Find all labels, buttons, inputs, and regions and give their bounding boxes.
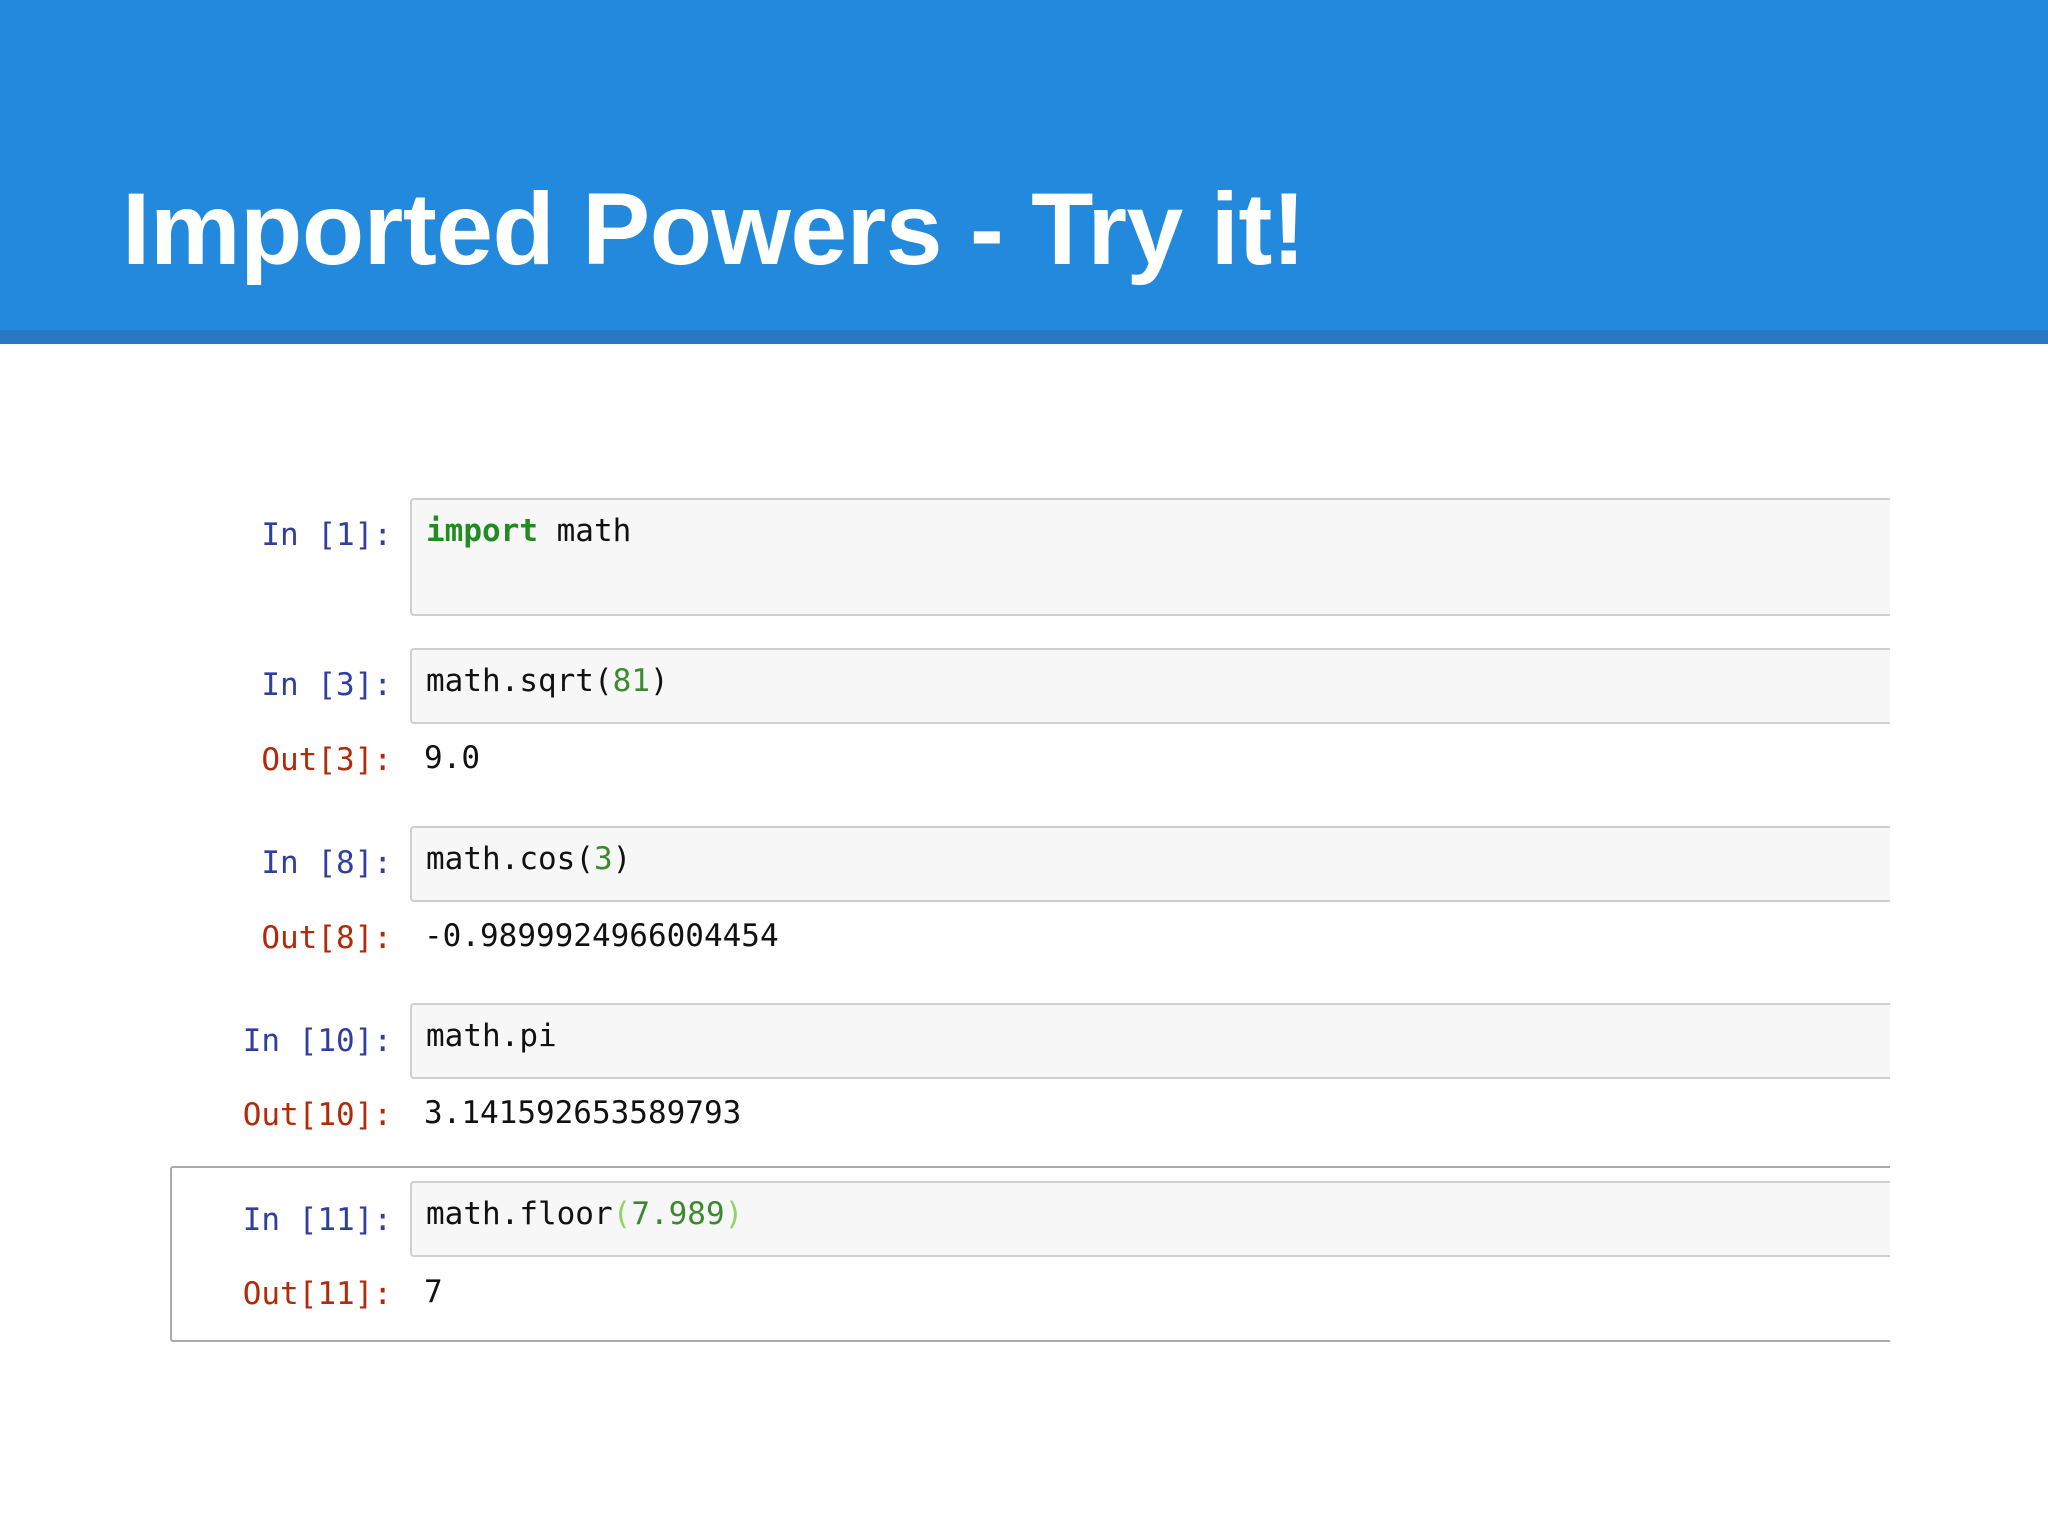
code-text: math.floor(7.989) — [426, 1197, 743, 1231]
code-number: 81 — [612, 663, 650, 699]
code-rest: math — [537, 513, 632, 549]
cell-output: 9.0 — [424, 740, 480, 776]
in-prompt: In [3]: — [261, 667, 392, 703]
code-paren-open: ( — [575, 841, 594, 877]
out-prompt: Out[8]: — [261, 920, 392, 956]
code-input-cell-8[interactable]: math.cos(3) — [410, 826, 1890, 902]
code-input-cell-11[interactable]: math.floor(7.989) — [410, 1181, 1890, 1257]
code-paren-close: ) — [649, 663, 669, 699]
code-paren-open: ( — [593, 663, 613, 699]
code-input-cell-10[interactable]: math.pi — [410, 1003, 1890, 1079]
notebook: In [1]: import math In [3]: math.sqrt(81… — [0, 0, 2048, 1536]
code-paren-close: ) — [612, 841, 632, 877]
keyword-import: import — [426, 513, 538, 549]
out-prompt: Out[3]: — [261, 742, 392, 778]
in-prompt: In [1]: — [261, 517, 392, 553]
out-prompt: Out[10]: — [242, 1097, 392, 1133]
cell-output: 3.141592653589793 — [424, 1095, 742, 1131]
code-number: 3 — [593, 841, 613, 877]
code-text: import math — [426, 514, 631, 548]
code-paren-close-matched: ) — [724, 1196, 744, 1232]
in-prompt: In [11]: — [242, 1202, 392, 1238]
code-paren-open-matched: ( — [612, 1196, 632, 1232]
code-func: math.floor — [426, 1196, 613, 1232]
code-input-cell-3[interactable]: math.sqrt(81) — [410, 648, 1890, 724]
code-text: math.pi — [426, 1018, 557, 1054]
code-input-cell-1[interactable]: import math — [410, 498, 1890, 616]
in-prompt: In [10]: — [242, 1023, 392, 1059]
out-prompt: Out[11]: — [242, 1276, 392, 1312]
code-func: math.sqrt — [426, 663, 594, 699]
code-func: math.cos — [426, 841, 576, 877]
code-text: math.cos(3) — [426, 842, 631, 876]
cell-output: -0.9899924966004454 — [424, 918, 779, 954]
in-prompt: In [8]: — [261, 845, 392, 881]
code-text: math.sqrt(81) — [426, 664, 669, 698]
cell-output: 7 — [424, 1274, 443, 1310]
code-number: 7.989 — [631, 1196, 725, 1232]
